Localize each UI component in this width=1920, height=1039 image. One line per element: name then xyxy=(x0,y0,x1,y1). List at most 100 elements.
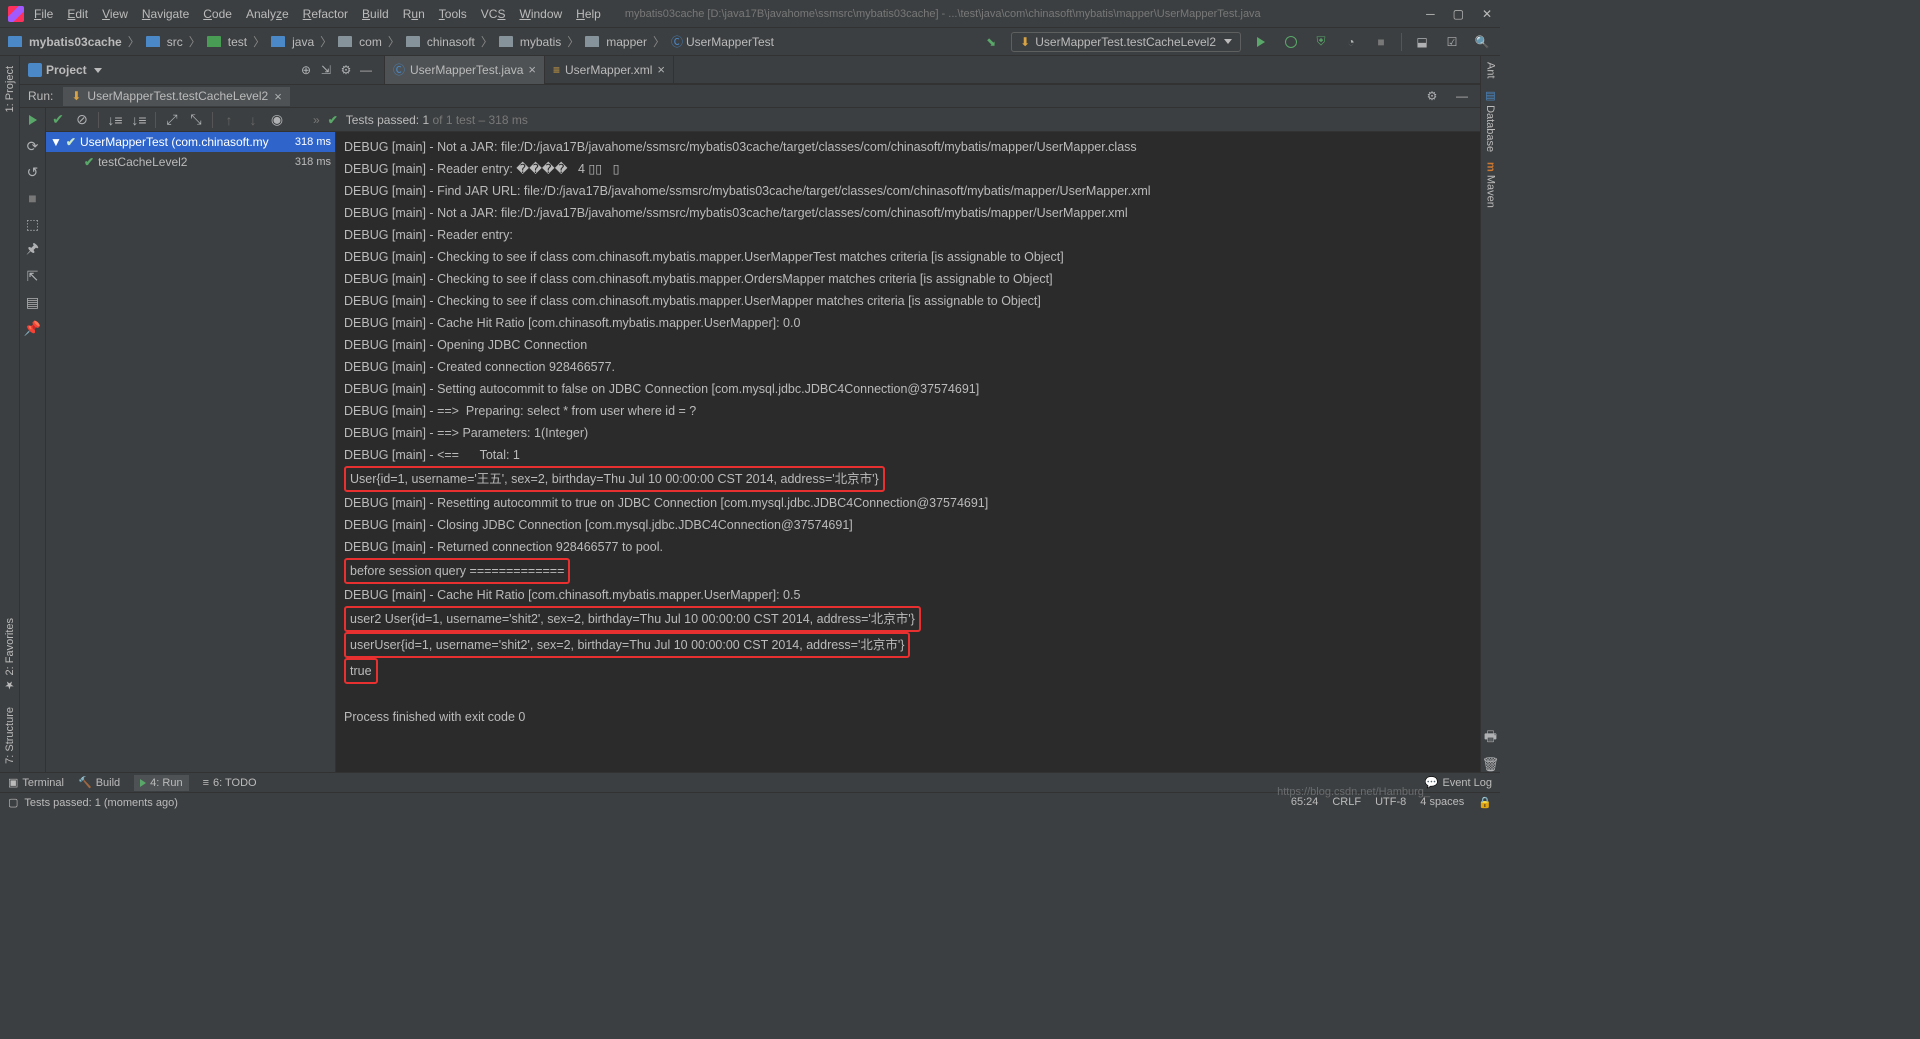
collapse-all-icon[interactable]: ⤡ xyxy=(188,112,204,128)
next-icon[interactable]: ↓ xyxy=(245,112,261,128)
chevron-down-icon[interactable] xyxy=(94,68,102,73)
window-title: mybatis03cache [D:\java17B\javahome\ssms… xyxy=(625,8,1426,20)
hide-run-icon[interactable]: — xyxy=(1452,86,1472,106)
debug-button[interactable] xyxy=(1281,32,1301,52)
close-tab-icon[interactable]: × xyxy=(657,62,665,77)
menu-file[interactable]: File xyxy=(34,7,53,21)
hide-icon[interactable]: — xyxy=(356,60,376,80)
database-tool-button[interactable]: ▤ Database xyxy=(1484,89,1497,152)
menu-code[interactable]: Code xyxy=(203,7,232,21)
bc-test[interactable]: test xyxy=(207,35,247,49)
project-tool-button[interactable]: 1: Project xyxy=(4,66,16,112)
menu-vcs[interactable]: VCS xyxy=(481,7,506,21)
bc-chinasoft[interactable]: chinasoft xyxy=(406,35,475,49)
expand-all-icon[interactable]: ⤢ xyxy=(164,112,180,128)
search-icon[interactable]: 🔍 xyxy=(1472,32,1492,52)
bc-src[interactable]: src xyxy=(146,35,183,49)
run-body: ⟳ ↺ ■ ⬚ 🖈 ⇱ ▤ 📌 ✔ ⊘ ↓≡ ↓≡ ⤢ ⤡ xyxy=(20,108,1480,772)
breadcrumb: mybatis03cache〉 src〉 test〉 java〉 com〉 ch… xyxy=(8,33,774,50)
trash-icon[interactable]: 🗑 xyxy=(1483,756,1499,772)
terminal-button[interactable]: ▣Terminal xyxy=(8,776,64,789)
menu-run[interactable]: Run xyxy=(403,7,425,21)
editor-tab-usermapper-xml[interactable]: ≡ UserMapper.xml × xyxy=(545,56,674,84)
bc-mapper[interactable]: mapper xyxy=(585,35,647,49)
tab-label: UserMapper.xml xyxy=(565,63,652,77)
right-tool-gutter: Ant ▤ Database m Maven 🖶 🗑 xyxy=(1480,56,1500,772)
bc-project[interactable]: mybatis03cache xyxy=(8,35,122,49)
project-view-icon xyxy=(28,63,42,77)
scroll-from-source-icon[interactable]: ⊕ xyxy=(296,60,316,80)
tree-node-label: testCacheLevel2 xyxy=(98,155,187,169)
show-ignored-icon[interactable]: ⊘ xyxy=(74,112,90,128)
menu-analyze[interactable]: Analyze xyxy=(246,7,289,21)
run-tab[interactable]: ⬇ UserMapperTest.testCacheLevel2 × xyxy=(63,87,289,106)
ant-tool-button[interactable]: Ant xyxy=(1485,62,1497,79)
test-duration: 318 ms xyxy=(295,156,331,168)
chevron-down-icon xyxy=(1224,39,1232,44)
prev-icon[interactable]: ↑ xyxy=(221,112,237,128)
sort2-icon[interactable]: ↓≡ xyxy=(131,112,147,128)
close-button[interactable]: ✕ xyxy=(1482,7,1492,21)
collapse-all-icon[interactable]: ⇲ xyxy=(316,60,336,80)
lock-icon[interactable]: 🔒 xyxy=(1478,796,1492,809)
console-output[interactable]: DEBUG [main] - Not a JAR: file:/D:/java1… xyxy=(336,132,1480,772)
maximize-button[interactable]: ▢ xyxy=(1453,7,1464,21)
test-tree-root[interactable]: ▼ ✔ UserMapperTest (com.chinasoft.my 318… xyxy=(46,132,335,152)
sort-icon[interactable]: ↓≡ xyxy=(107,112,123,128)
bc-class[interactable]: ⒸUserMapperTest xyxy=(671,33,774,50)
settings-gear-icon[interactable]: ⚙ xyxy=(336,60,356,80)
run-config-selector[interactable]: ⬇ UserMapperTest.testCacheLevel2 xyxy=(1011,32,1241,52)
show-passed-icon[interactable]: ✔ xyxy=(50,112,66,128)
build-button[interactable]: 🔨Build xyxy=(78,776,120,789)
more-icon[interactable]: 📌 xyxy=(25,320,41,336)
left-tool-gutter: 1: Project ★ 2: Favorites 7: Structure xyxy=(0,56,20,772)
run-toolbar-top: ✔ ⊘ ↓≡ ↓≡ ⤢ ⤡ ↑ ↓ ◉ » ✔ Tests passed: 1 … xyxy=(46,108,1480,132)
close-run-tab-icon[interactable]: × xyxy=(274,89,282,104)
menu-tools[interactable]: Tools xyxy=(439,7,467,21)
menu-edit[interactable]: Edit xyxy=(67,7,88,21)
bc-mybatis[interactable]: mybatis xyxy=(499,35,561,49)
event-log-button[interactable]: 💬Event Log xyxy=(1425,776,1492,789)
pin-icon[interactable]: 🖈 xyxy=(25,242,41,258)
print-icon[interactable]: 🖶 xyxy=(1483,730,1499,746)
run-tool-button[interactable]: 4: Run xyxy=(134,775,188,791)
vcs-update-icon[interactable]: ⬓ xyxy=(1412,32,1432,52)
menu-navigate[interactable]: Navigate xyxy=(142,7,189,21)
test-tree-child[interactable]: ✔ testCacheLevel2 318 ms xyxy=(46,152,335,172)
rerun-button[interactable] xyxy=(25,112,41,128)
favorites-tool-button[interactable]: ★ 2: Favorites xyxy=(3,618,16,692)
profile-button[interactable]: ◔ xyxy=(1341,32,1361,52)
stop-button[interactable]: ■ xyxy=(1371,32,1391,52)
build-icon[interactable]: ⬊ xyxy=(981,32,1001,52)
maven-tool-button[interactable]: m Maven xyxy=(1485,162,1497,208)
status-icon[interactable]: ▢ xyxy=(8,796,18,809)
menu-view[interactable]: View xyxy=(102,7,128,21)
tab-label: UserMapperTest.java xyxy=(410,63,523,77)
menu-build[interactable]: Build xyxy=(362,7,389,21)
layout-icon[interactable]: ▤ xyxy=(25,294,41,310)
close-tab-icon[interactable]: × xyxy=(528,62,536,77)
export-icon[interactable]: ⇱ xyxy=(25,268,41,284)
bc-com[interactable]: com xyxy=(338,35,382,49)
test-config-icon: ⬇ xyxy=(71,89,81,103)
minimize-button[interactable]: ─ xyxy=(1426,7,1435,21)
todo-button[interactable]: ≡6: TODO xyxy=(203,777,257,789)
coverage-button[interactable]: ⛨ xyxy=(1311,32,1331,52)
history-icon[interactable]: ↺ xyxy=(25,164,41,180)
bc-java[interactable]: java xyxy=(271,35,314,49)
run-button[interactable] xyxy=(1251,32,1271,52)
stop-button[interactable]: ■ xyxy=(25,190,41,206)
menu-help[interactable]: Help xyxy=(576,7,601,21)
toggle-autotest-icon[interactable]: ⟳ xyxy=(25,138,41,154)
intellij-logo-icon xyxy=(8,6,24,22)
structure-tool-button[interactable]: 7: Structure xyxy=(4,707,16,764)
watermark: https://blog.csdn.net/Hamburg_ xyxy=(1277,786,1430,798)
vcs-commit-icon[interactable]: ☑ xyxy=(1442,32,1462,52)
run-settings-gear-icon[interactable]: ⚙ xyxy=(1422,86,1442,106)
watch-icon[interactable]: ◉ xyxy=(269,112,285,128)
menu-refactor[interactable]: Refactor xyxy=(303,7,348,21)
editor-tab-usermappertest[interactable]: Ⓒ UserMapperTest.java × xyxy=(385,56,545,84)
menu-window[interactable]: Window xyxy=(519,7,562,21)
status-bar: ▢ Tests passed: 1 (moments ago) 65:24 CR… xyxy=(0,792,1500,812)
dump-icon[interactable]: ⬚ xyxy=(25,216,41,232)
